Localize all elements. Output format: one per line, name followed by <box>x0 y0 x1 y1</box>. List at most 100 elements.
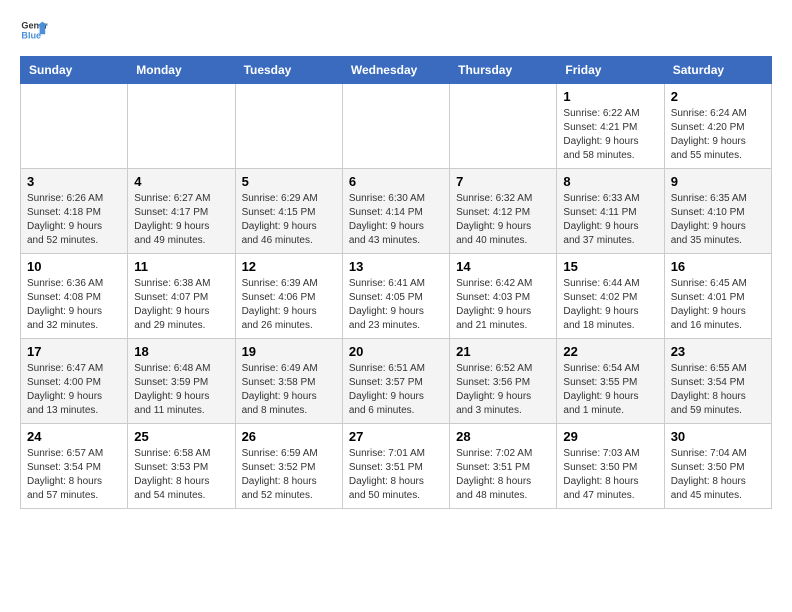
day-cell: 15 Sunrise: 6:44 AM Sunset: 4:02 PM Dayli… <box>557 254 664 339</box>
day-number: 20 <box>349 344 443 359</box>
day-cell: 16Sunrise: 6:45 AM Sunset: 4:01 PM Dayli… <box>664 254 771 339</box>
day-number: 5 <box>242 174 336 189</box>
day-info: Sunrise: 7:03 AM Sunset: 3:50 PM Dayligh… <box>563 447 657 503</box>
day-info: Sunrise: 6:30 AM Sunset: 4:14 PM Dayligh… <box>349 192 443 248</box>
day-number: 22 <box>563 344 657 359</box>
day-info: Sunrise: 6:55 AM Sunset: 3:54 PM Dayligh… <box>671 362 765 418</box>
day-info: Sunrise: 6:57 AM Sunset: 3:54 PM Dayligh… <box>27 447 121 503</box>
day-info: Sunrise: 7:01 AM Sunset: 3:51 PM Dayligh… <box>349 447 443 503</box>
day-cell: 12 Sunrise: 6:39 AM Sunset: 4:06 PM Dayli… <box>235 254 342 339</box>
day-info: Sunrise: 6:52 AM Sunset: 3:56 PM Dayligh… <box>456 362 550 418</box>
day-cell: 20 Sunrise: 6:51 AM Sunset: 3:57 PM Dayli… <box>342 339 449 424</box>
day-info: Sunrise: 6:29 AM Sunset: 4:15 PM Dayligh… <box>242 192 336 248</box>
day-number: 27 <box>349 429 443 444</box>
day-cell: 13 Sunrise: 6:41 AM Sunset: 4:05 PM Dayli… <box>342 254 449 339</box>
day-number: 18 <box>134 344 228 359</box>
day-cell: 25 Sunrise: 6:58 AM Sunset: 3:53 PM Dayli… <box>128 424 235 509</box>
day-number: 21 <box>456 344 550 359</box>
day-cell: 1Sunrise: 6:22 AM Sunset: 4:21 PM Daylig… <box>557 84 664 169</box>
header-row: SundayMondayTuesdayWednesdayThursdayFrid… <box>21 57 772 84</box>
col-header-sunday: Sunday <box>21 57 128 84</box>
day-info: Sunrise: 6:51 AM Sunset: 3:57 PM Dayligh… <box>349 362 443 418</box>
day-cell: 2 Sunrise: 6:24 AM Sunset: 4:20 PM Daylig… <box>664 84 771 169</box>
day-cell <box>235 84 342 169</box>
day-number: 6 <box>349 174 443 189</box>
col-header-friday: Friday <box>557 57 664 84</box>
col-header-wednesday: Wednesday <box>342 57 449 84</box>
day-cell: 11 Sunrise: 6:38 AM Sunset: 4:07 PM Dayli… <box>128 254 235 339</box>
day-info: Sunrise: 6:38 AM Sunset: 4:07 PM Dayligh… <box>134 277 228 333</box>
day-info: Sunrise: 6:48 AM Sunset: 3:59 PM Dayligh… <box>134 362 228 418</box>
day-number: 26 <box>242 429 336 444</box>
day-cell: 21 Sunrise: 6:52 AM Sunset: 3:56 PM Dayli… <box>450 339 557 424</box>
day-info: Sunrise: 6:35 AM Sunset: 4:10 PM Dayligh… <box>671 192 765 248</box>
header: General Blue <box>20 16 772 44</box>
day-info: Sunrise: 6:33 AM Sunset: 4:11 PM Dayligh… <box>563 192 657 248</box>
day-cell: 8 Sunrise: 6:33 AM Sunset: 4:11 PM Daylig… <box>557 169 664 254</box>
day-cell: 14Sunrise: 6:42 AM Sunset: 4:03 PM Dayli… <box>450 254 557 339</box>
week-row-4: 17 Sunrise: 6:47 AM Sunset: 4:00 PM Dayli… <box>21 339 772 424</box>
col-header-tuesday: Tuesday <box>235 57 342 84</box>
day-cell: 18 Sunrise: 6:48 AM Sunset: 3:59 PM Dayli… <box>128 339 235 424</box>
day-number: 15 <box>563 259 657 274</box>
day-number: 29 <box>563 429 657 444</box>
day-number: 8 <box>563 174 657 189</box>
day-info: Sunrise: 6:32 AM Sunset: 4:12 PM Dayligh… <box>456 192 550 248</box>
day-cell: 6 Sunrise: 6:30 AM Sunset: 4:14 PM Daylig… <box>342 169 449 254</box>
day-info: Sunrise: 6:24 AM Sunset: 4:20 PM Dayligh… <box>671 107 765 163</box>
day-number: 11 <box>134 259 228 274</box>
day-number: 4 <box>134 174 228 189</box>
day-info: Sunrise: 7:02 AM Sunset: 3:51 PM Dayligh… <box>456 447 550 503</box>
day-info: Sunrise: 6:39 AM Sunset: 4:06 PM Dayligh… <box>242 277 336 333</box>
day-info: Sunrise: 6:49 AM Sunset: 3:58 PM Dayligh… <box>242 362 336 418</box>
day-number: 23 <box>671 344 765 359</box>
svg-text:Blue: Blue <box>21 30 41 40</box>
day-info: Sunrise: 6:36 AM Sunset: 4:08 PM Dayligh… <box>27 277 121 333</box>
day-info: Sunrise: 6:41 AM Sunset: 4:05 PM Dayligh… <box>349 277 443 333</box>
day-info: Sunrise: 6:45 AM Sunset: 4:01 PM Dayligh… <box>671 277 765 333</box>
day-cell: 28 Sunrise: 7:02 AM Sunset: 3:51 PM Dayli… <box>450 424 557 509</box>
day-info: Sunrise: 6:47 AM Sunset: 4:00 PM Dayligh… <box>27 362 121 418</box>
day-cell: 17 Sunrise: 6:47 AM Sunset: 4:00 PM Dayli… <box>21 339 128 424</box>
day-number: 25 <box>134 429 228 444</box>
day-cell: 9 Sunrise: 6:35 AM Sunset: 4:10 PM Daylig… <box>664 169 771 254</box>
day-number: 19 <box>242 344 336 359</box>
day-cell: 26Sunrise: 6:59 AM Sunset: 3:52 PM Dayli… <box>235 424 342 509</box>
day-number: 2 <box>671 89 765 104</box>
week-row-2: 3 Sunrise: 6:26 AM Sunset: 4:18 PM Daylig… <box>21 169 772 254</box>
logo: General Blue <box>20 16 52 44</box>
col-header-thursday: Thursday <box>450 57 557 84</box>
day-number: 30 <box>671 429 765 444</box>
week-row-3: 10 Sunrise: 6:36 AM Sunset: 4:08 PM Dayli… <box>21 254 772 339</box>
week-row-1: 1Sunrise: 6:22 AM Sunset: 4:21 PM Daylig… <box>21 84 772 169</box>
day-cell: 10 Sunrise: 6:36 AM Sunset: 4:08 PM Dayli… <box>21 254 128 339</box>
day-cell: 23 Sunrise: 6:55 AM Sunset: 3:54 PM Dayli… <box>664 339 771 424</box>
day-number: 17 <box>27 344 121 359</box>
col-header-saturday: Saturday <box>664 57 771 84</box>
day-cell <box>128 84 235 169</box>
calendar-table: SundayMondayTuesdayWednesdayThursdayFrid… <box>20 56 772 509</box>
day-number: 13 <box>349 259 443 274</box>
day-info: Sunrise: 6:22 AM Sunset: 4:21 PM Dayligh… <box>563 107 657 163</box>
day-number: 7 <box>456 174 550 189</box>
day-info: Sunrise: 7:04 AM Sunset: 3:50 PM Dayligh… <box>671 447 765 503</box>
day-info: Sunrise: 6:44 AM Sunset: 4:02 PM Dayligh… <box>563 277 657 333</box>
day-number: 9 <box>671 174 765 189</box>
day-cell: 30 Sunrise: 7:04 AM Sunset: 3:50 PM Dayli… <box>664 424 771 509</box>
day-cell: 19 Sunrise: 6:49 AM Sunset: 3:58 PM Dayli… <box>235 339 342 424</box>
col-header-monday: Monday <box>128 57 235 84</box>
day-number: 28 <box>456 429 550 444</box>
day-cell: 22 Sunrise: 6:54 AM Sunset: 3:55 PM Dayli… <box>557 339 664 424</box>
page: General Blue SundayMondayTuesdayWednesda… <box>0 0 792 525</box>
day-info: Sunrise: 6:26 AM Sunset: 4:18 PM Dayligh… <box>27 192 121 248</box>
day-info: Sunrise: 6:54 AM Sunset: 3:55 PM Dayligh… <box>563 362 657 418</box>
day-cell: 4 Sunrise: 6:27 AM Sunset: 4:17 PM Daylig… <box>128 169 235 254</box>
day-number: 12 <box>242 259 336 274</box>
week-row-5: 24Sunrise: 6:57 AM Sunset: 3:54 PM Dayli… <box>21 424 772 509</box>
day-info: Sunrise: 6:27 AM Sunset: 4:17 PM Dayligh… <box>134 192 228 248</box>
day-cell <box>21 84 128 169</box>
day-info: Sunrise: 6:58 AM Sunset: 3:53 PM Dayligh… <box>134 447 228 503</box>
day-number: 10 <box>27 259 121 274</box>
day-number: 3 <box>27 174 121 189</box>
day-number: 14 <box>456 259 550 274</box>
